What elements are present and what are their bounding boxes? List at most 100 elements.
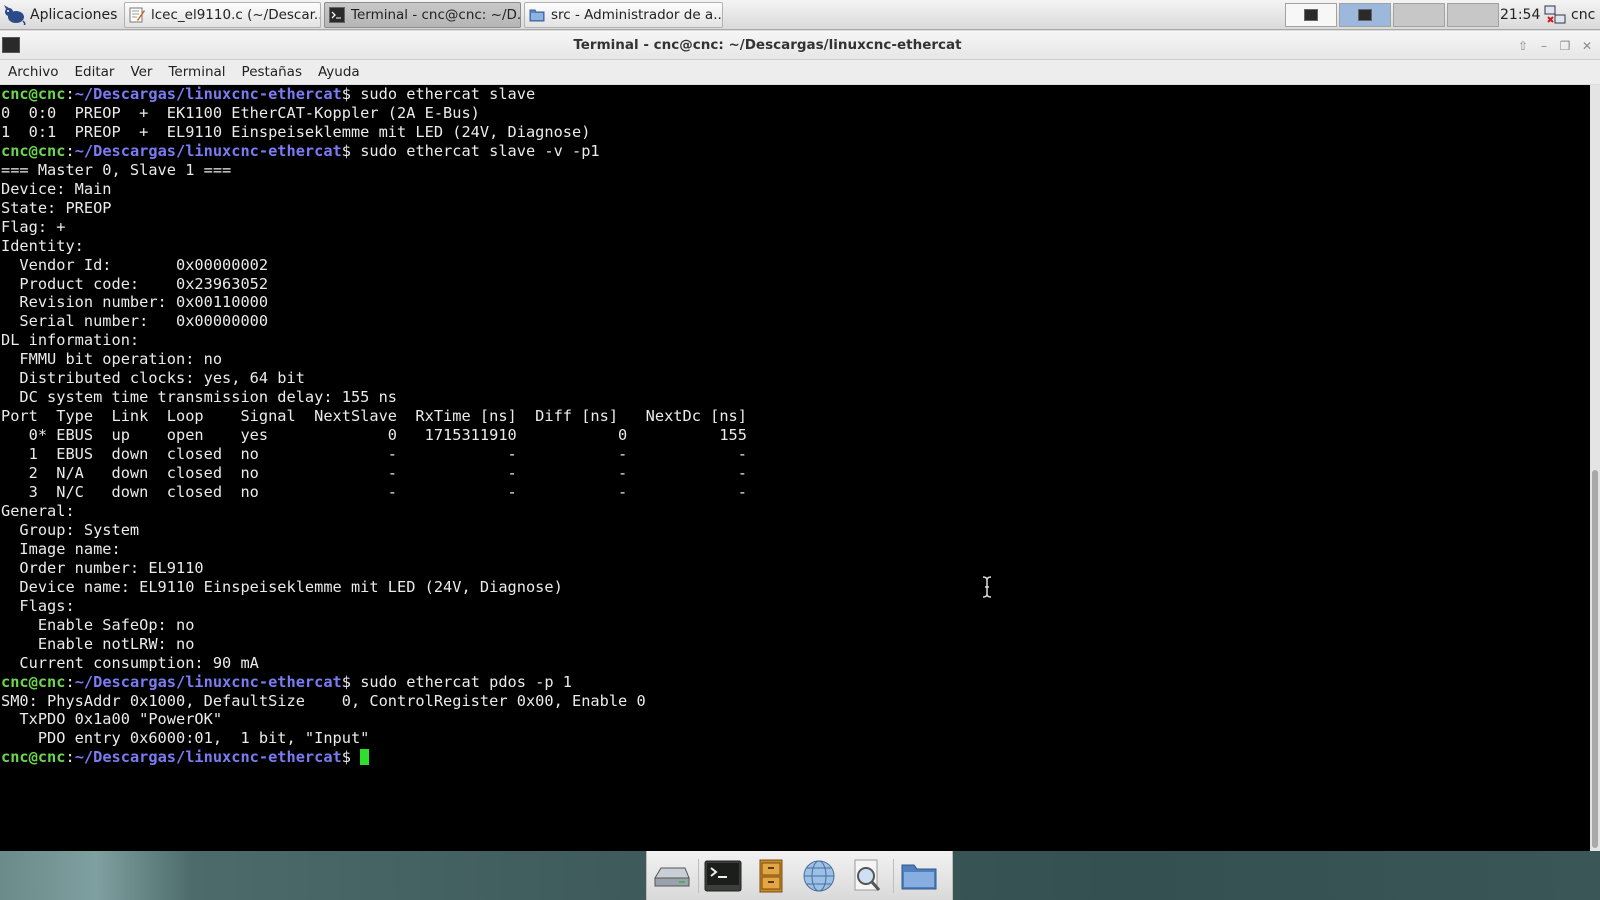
top-panel: Aplicaciones lcec_el9110.c (~/Descar... … <box>0 0 1600 30</box>
output-line: Serial number: 0x00000000 <box>1 312 269 331</box>
terminal-area[interactable]: cnc@cnc:~/Descargas/linuxcnc-ethercat$ s… <box>0 85 1590 851</box>
prompt-user: cnc@cnc <box>1 748 66 767</box>
output-line: 3 N/C down closed no - - - - <box>1 483 747 502</box>
output-line: TxPDO 0x1a00 "PowerOK" <box>1 710 223 729</box>
prompt-separator: : <box>65 85 75 103</box>
workspace-window-thumbnail <box>1304 9 1318 21</box>
window-title: Terminal - cnc@cnc: ~/Descargas/linuxcnc… <box>573 37 962 53</box>
prompt-symbol: $ <box>341 672 351 691</box>
command-text: sudo ethercat pdos -p 1 <box>350 672 573 691</box>
prompt-user: cnc@cnc <box>1 672 66 691</box>
output-line: Enable notLRW: no <box>1 634 195 653</box>
prompt-symbol: $ <box>341 141 351 160</box>
folder-icon[interactable] <box>899 858 939 894</box>
taskbar-button-file-manager[interactable]: src - Administrador de a... <box>524 2 723 28</box>
menu-bar: Archivo Editar Ver Terminal Pestañas Ayu… <box>0 60 1600 84</box>
taskbar-label: src - Administrador de a... <box>551 7 723 23</box>
output-line: 2 N/A down closed no - - - - <box>1 464 747 483</box>
menu-archivo[interactable]: Archivo <box>0 60 66 84</box>
prompt-path: ~/Descargas/linuxcnc-ethercat <box>74 672 342 691</box>
prompt-path: ~/Descargas/linuxcnc-ethercat <box>74 85 342 103</box>
shade-button[interactable]: ⇧ <box>1516 39 1530 53</box>
output-line: === Master 0, Slave 1 === <box>1 160 232 179</box>
output-line: State: PREOP <box>1 198 112 217</box>
dock <box>646 851 953 900</box>
output-line: Distributed clocks: yes, 64 bit <box>1 369 305 388</box>
workspace-4[interactable] <box>1447 3 1499 27</box>
output-line: Device name: EL9110 Einspeiseklemme mit … <box>1 577 563 596</box>
clock[interactable]: 21:54 <box>1500 0 1540 30</box>
output-line: Current consumption: 90 mA <box>1 653 259 672</box>
terminal-icon[interactable] <box>703 858 743 894</box>
output-line: FMMU bit operation: no <box>1 350 223 369</box>
file-cabinet-icon[interactable] <box>751 858 791 894</box>
output-line: Revision number: 0x00110000 <box>1 293 269 312</box>
prompt-user: cnc@cnc <box>1 85 66 103</box>
menu-ver[interactable]: Ver <box>122 60 160 84</box>
prompt-symbol: $ <box>341 85 351 103</box>
menu-terminal[interactable]: Terminal <box>160 60 233 84</box>
terminal-cursor <box>360 749 370 766</box>
output-line: Enable SafeOp: no <box>1 615 195 634</box>
output-line: Port Type Link Loop Signal NextSlave RxT… <box>1 407 747 426</box>
prompt-path: ~/Descargas/linuxcnc-ethercat <box>74 748 342 767</box>
taskbar-button-editor[interactable]: lcec_el9110.c (~/Descar... <box>124 2 321 28</box>
user-menu[interactable]: cnc <box>1571 0 1595 30</box>
prompt-separator: : <box>65 141 75 160</box>
output-line: Flag: + <box>1 217 66 236</box>
prompt-symbol: $ <box>341 748 351 767</box>
window-titlebar[interactable]: Terminal - cnc@cnc: ~/Descargas/linuxcnc… <box>0 31 1600 60</box>
taskbar-label: lcec_el9110.c (~/Descar... <box>151 7 321 23</box>
menu-ayuda[interactable]: Ayuda <box>310 60 368 84</box>
command-text <box>351 748 360 766</box>
terminal-output: cnc@cnc:~/Descargas/linuxcnc-ethercat$ s… <box>1 85 747 767</box>
output-line: Identity: <box>1 236 84 255</box>
output-line: Group: System <box>1 520 140 539</box>
output-line: Product code: 0x23963052 <box>1 274 269 293</box>
menu-pestanas[interactable]: Pestañas <box>234 60 310 84</box>
output-line: SM0: PhysAddr 0x1000, DefaultSize 0, Con… <box>1 691 646 710</box>
prompt-user: cnc@cnc <box>1 141 66 160</box>
workspace-3[interactable] <box>1393 3 1445 27</box>
applications-menu-label: Aplicaciones <box>30 7 118 23</box>
applications-menu-button[interactable]: Aplicaciones <box>2 2 123 28</box>
prompt-path: ~/Descargas/linuxcnc-ethercat <box>74 141 342 160</box>
workspace-window-thumbnail <box>1358 9 1372 21</box>
prompt-line: cnc@cnc:~/Descargas/linuxcnc-ethercat$ s… <box>1 85 747 104</box>
dock-separator <box>698 859 699 893</box>
home-drive-icon[interactable] <box>651 858 691 894</box>
prompt-line: cnc@cnc:~/Descargas/linuxcnc-ethercat$ s… <box>1 142 747 161</box>
web-browser-icon[interactable] <box>799 858 839 894</box>
output-line: Vendor Id: 0x00000002 <box>1 255 269 274</box>
maximize-button[interactable]: ❐ <box>1558 39 1572 53</box>
xfce-mouse-icon <box>4 5 26 25</box>
text-cursor-icon <box>982 576 992 598</box>
scrollbar-thumb[interactable] <box>1592 470 1598 848</box>
workspace-2[interactable] <box>1339 3 1391 27</box>
search-icon[interactable] <box>847 858 887 894</box>
output-line: 0* EBUS up open yes 0 1715311910 0 155 <box>1 426 747 445</box>
network-status-icon[interactable] <box>1544 5 1566 25</box>
workspace-1[interactable] <box>1285 3 1337 27</box>
taskbar-button-terminal[interactable]: Terminal - cnc@cnc: ~/D... <box>324 2 521 28</box>
menu-editar[interactable]: Editar <box>66 60 122 84</box>
output-line: Device: Main <box>1 179 112 198</box>
output-line: 1 EBUS down closed no - - - - <box>1 445 747 464</box>
prompt-separator: : <box>65 748 75 767</box>
folder-icon <box>529 9 545 22</box>
output-line: Image name: <box>1 539 121 558</box>
minimize-button[interactable]: – <box>1537 39 1551 53</box>
output-line: DL information: <box>1 331 140 350</box>
output-line: 0 0:0 PREOP + EK1100 EtherCAT-Koppler (2… <box>1 103 480 122</box>
prompt-separator: : <box>65 672 75 691</box>
prompt-line: cnc@cnc:~/Descargas/linuxcnc-ethercat$ <box>1 748 747 767</box>
command-text: sudo ethercat slave <box>350 85 536 103</box>
output-line: 1 0:1 PREOP + EL9110 Einspeiseklemme mit… <box>1 122 591 141</box>
prompt-line: cnc@cnc:~/Descargas/linuxcnc-ethercat$ s… <box>1 673 747 692</box>
taskbar-label: Terminal - cnc@cnc: ~/D... <box>351 7 521 23</box>
output-line: Order number: EL9110 <box>1 558 204 577</box>
dock-separator <box>893 859 894 893</box>
output-line: DC system time transmission delay: 155 n… <box>1 388 398 407</box>
close-button[interactable]: ✕ <box>1580 39 1594 53</box>
command-text: sudo ethercat slave -v -p1 <box>350 141 600 160</box>
